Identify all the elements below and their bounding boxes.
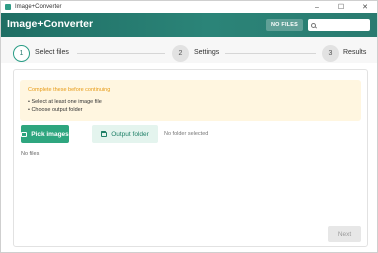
step-connector (77, 53, 165, 54)
select-files-panel: Complete these before continuing • Selec… (13, 69, 368, 247)
folder-icon (101, 130, 108, 137)
step-connector (225, 53, 316, 54)
notice-title: Complete these before continuing (28, 87, 111, 93)
step-1-label: Select files (35, 49, 69, 56)
step-2-indicator[interactable]: 2 (172, 45, 189, 62)
maximize-button[interactable]: ☐ (329, 1, 353, 13)
search-box[interactable] (308, 19, 370, 31)
step-3-label: Results (343, 49, 367, 56)
requirements-notice: Complete these before continuing • Selec… (20, 80, 361, 121)
notice-item: • Choose output folder (28, 107, 83, 113)
folder-status: No folder selected (164, 131, 209, 137)
window-controls: – ☐ ✕ (305, 1, 377, 13)
minimize-button[interactable]: – (305, 1, 329, 13)
output-folder-button[interactable]: Output folder (92, 125, 158, 143)
search-icon (311, 22, 316, 28)
step-1-indicator[interactable]: 1 (13, 45, 30, 62)
app-window: Image+Converter – ☐ ✕ Image+Converter NO… (0, 0, 378, 253)
output-folder-label: Output folder (111, 130, 149, 138)
progress-stepper: 1 Select files 2 Settings 3 Results (1, 37, 377, 63)
search-input[interactable] (318, 22, 368, 28)
pick-images-label: Pick images (31, 130, 69, 138)
app-title: Image+Converter (7, 18, 94, 30)
title-bar: Image+Converter – ☐ ✕ (1, 1, 377, 13)
step-3-indicator[interactable]: 3 (322, 45, 339, 62)
notice-item: • Select at least one image file (28, 99, 102, 105)
image-icon (21, 131, 28, 137)
close-button[interactable]: ✕ (353, 1, 377, 13)
next-button[interactable]: Next (328, 226, 361, 242)
file-list-empty: No files (21, 151, 40, 157)
window-title: Image+Converter (15, 4, 62, 10)
app-header: Image+Converter NO FILES (1, 13, 377, 37)
step-2-label: Settings (194, 49, 220, 56)
pick-images-button[interactable]: Pick images (21, 125, 69, 143)
app-icon (5, 4, 11, 10)
file-count-badge: NO FILES (266, 19, 303, 31)
